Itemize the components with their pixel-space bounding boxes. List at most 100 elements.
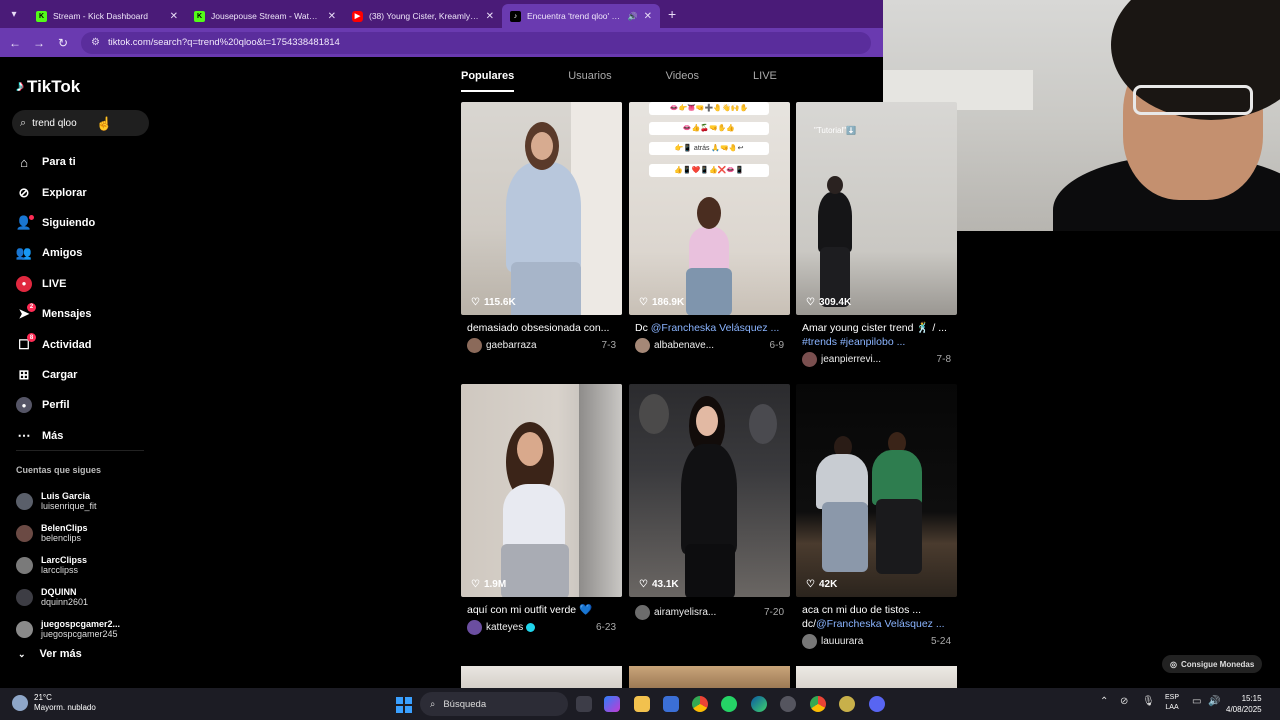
weather-widget[interactable]: 21°C Mayorm. nublado <box>12 693 96 713</box>
mention-link[interactable]: @Francheska Velásquez ... <box>651 322 780 334</box>
app-icon[interactable] <box>839 696 855 712</box>
task-view-icon[interactable] <box>576 696 592 712</box>
sidebar-item-siguiendo[interactable]: 👤 Siguiendo <box>16 208 146 238</box>
avatar <box>635 338 650 353</box>
activity-badge: 8 <box>27 333 36 343</box>
network-off-icon[interactable]: ⊘ <box>1120 696 1128 707</box>
avatar <box>467 620 482 635</box>
browser-tab[interactable]: K Stream - Kick Dashboard ✕ <box>28 4 186 28</box>
video-description[interactable]: demasiado obsesionada con... <box>467 321 616 335</box>
video-hashtags[interactable]: #trends #jeanpilobo ... <box>802 335 951 349</box>
sidebar-item-para-ti[interactable]: ⌂ Para ti <box>16 147 146 177</box>
home-icon: ⌂ <box>20 154 28 170</box>
following-account[interactable]: LarcClipss larcclipss <box>16 549 146 581</box>
video-description[interactable]: aquí con mi outfit verde 💙 <box>467 603 616 617</box>
video-author[interactable]: katteyes <box>486 622 590 633</box>
following-account[interactable]: juegospcgamer2... juegospcgamer245 <box>16 613 146 645</box>
get-coins-button[interactable]: ◎ Consigue Monedas <box>1162 655 1263 673</box>
close-icon[interactable]: ✕ <box>644 11 652 22</box>
see-more-button[interactable]: ⌄ Ver más <box>18 648 82 660</box>
file-explorer-icon[interactable] <box>634 696 650 712</box>
video-description[interactable]: Dc @Francheska Velásquez ... <box>635 321 784 335</box>
chrome-icon[interactable] <box>810 696 826 712</box>
tab-live[interactable]: LIVE <box>753 70 777 92</box>
windows-start-icon[interactable] <box>396 697 412 713</box>
close-icon[interactable]: ✕ <box>328 11 336 22</box>
video-card[interactable]: ♡ 43.1K airamyelisra... 7-20 <box>629 384 790 620</box>
close-icon[interactable]: ✕ <box>486 11 494 22</box>
sidebar-item-mensajes[interactable]: ➤ 2 Mensajes <box>16 299 146 329</box>
coin-icon: ◎ <box>1170 659 1177 669</box>
tab-search-icon[interactable]: ▾ <box>0 0 28 28</box>
close-icon[interactable]: ✕ <box>170 11 178 22</box>
sidebar-item-amigos[interactable]: 👥 Amigos <box>16 238 146 268</box>
video-thumbnail[interactable]: "Tutorial"⬇️ ♡ 309.4K <box>796 102 957 315</box>
video-thumbnail[interactable]: 👄👉👅🤜➕🤚👋🙌✋ 👄👍🍒🤜✋👍 👉📱 atrás 🙏🤜🤚↩ 👍📱❤️📱👍❌👄📱… <box>629 102 790 315</box>
url-input[interactable]: ⚙ tiktok.com/search?q=trend%20qloo&t=175… <box>81 31 871 54</box>
browser-tab[interactable]: ▶ (38) Young Cister, Kreamly - Qu ✕ <box>344 4 502 28</box>
video-card[interactable]: ♡ 1.9M aquí con mi outfit verde 💙 katteye… <box>461 384 622 635</box>
discord-icon[interactable] <box>869 696 885 712</box>
sidebar-item-live[interactable]: ● LIVE <box>16 269 146 299</box>
video-thumbnail[interactable]: ♡ 1.9M <box>461 384 622 597</box>
browser-tab-active[interactable]: ♪ Encuentra 'trend qloo' en T 🔊 ✕ <box>502 4 660 28</box>
hashtag-links[interactable]: #trends #jeanpilobo ... <box>802 336 905 348</box>
video-thumbnail[interactable]: ♡ 43.1K <box>629 384 790 597</box>
sidebar-item-cargar[interactable]: ⊞ Cargar <box>16 360 146 390</box>
reload-icon[interactable]: ↻ <box>51 31 75 55</box>
new-tab-button[interactable]: + <box>668 6 676 22</box>
mention-link[interactable]: @Francheska Velásquez ... <box>816 618 945 630</box>
tab-populares[interactable]: Populares <box>461 70 515 92</box>
whatsapp-icon[interactable] <box>721 696 737 712</box>
taskbar-search[interactable]: ⌕ Búsqueda <box>420 692 568 716</box>
chevron-up-icon[interactable]: ⌃ <box>1100 696 1108 707</box>
video-card[interactable]: ♡ 115.6K demasiado obsesionada con... gae… <box>461 102 622 353</box>
video-description[interactable]: Amar young cister trend 🕺 / ... <box>802 321 951 335</box>
browser-tab[interactable]: K Jousepouse Stream - Watch Liv ✕ <box>186 4 344 28</box>
tab-usuarios[interactable]: Usuarios <box>568 70 611 92</box>
heart-icon: ♡ <box>806 579 815 590</box>
tab-videos[interactable]: Videos <box>666 70 699 92</box>
video-thumbnail-partial[interactable] <box>796 666 957 688</box>
video-description[interactable]: aca cn mi duo de tistos ... <box>802 603 951 617</box>
chrome-icon[interactable] <box>692 696 708 712</box>
video-thumbnail[interactable]: ♡ 42K <box>796 384 957 597</box>
edge-icon[interactable] <box>751 696 767 712</box>
video-author[interactable]: gaebarraza <box>486 340 596 351</box>
sidebar-item-explorar[interactable]: ⊘ Explorar <box>16 177 146 207</box>
sidebar-item-mas[interactable]: ⋯ Más <box>16 421 146 451</box>
language-indicator[interactable]: ESP LAA <box>1165 693 1179 713</box>
volume-icon[interactable]: 🔊 <box>1208 696 1220 707</box>
video-card[interactable]: ♡ 42K aca cn mi duo de tistos ... dc/@Fra… <box>796 384 957 649</box>
video-thumbnail-partial[interactable] <box>629 666 790 688</box>
tiktok-logo[interactable]: ♪ TikTok <box>16 77 80 97</box>
sidebar-item-perfil[interactable]: ● Perfil <box>16 390 146 420</box>
back-icon[interactable]: ← <box>3 31 27 55</box>
search-input[interactable]: ⌕ trend qloo <box>12 110 149 136</box>
video-thumbnail-partial[interactable] <box>461 666 622 688</box>
speaker-icon[interactable]: 🔊 <box>628 12 638 21</box>
following-account[interactable]: BelenClips belenclips <box>16 517 146 549</box>
site-info-icon[interactable]: ⚙ <box>91 37 100 48</box>
video-card[interactable]: 👄👉👅🤜➕🤚👋🙌✋ 👄👍🍒🤜✋👍 👉📱 atrás 🙏🤜🤚↩ 👍📱❤️📱👍❌👄📱… <box>629 102 790 353</box>
video-card[interactable]: "Tutorial"⬇️ ♡ 309.4K Amar young cister t… <box>796 102 957 367</box>
settings-icon[interactable] <box>780 696 796 712</box>
chevron-down-icon: ⌄ <box>18 648 26 659</box>
video-author[interactable]: lauuurara <box>821 636 925 647</box>
microphone-icon[interactable]: 🎙 <box>1142 696 1155 707</box>
following-account[interactable]: Luis Garcia luisenrique_fit <box>16 485 146 517</box>
forward-icon[interactable]: → <box>27 31 51 55</box>
system-clock[interactable]: 15:15 4/08/2025 <box>1226 693 1262 715</box>
video-author[interactable]: jeanpierrevi... <box>821 354 931 365</box>
video-thumbnail[interactable]: ♡ 115.6K <box>461 102 622 315</box>
video-author[interactable]: airamyelisra... <box>654 607 758 618</box>
sidebar-item-label: Para ti <box>42 156 76 169</box>
following-account[interactable]: DQUINN dquinn2601 <box>16 581 146 613</box>
video-author[interactable]: albabenave... <box>654 340 764 351</box>
store-icon[interactable] <box>663 696 679 712</box>
emoji-row: 👍📱❤️📱👍❌👄📱 <box>649 164 769 177</box>
video-description-2[interactable]: dc/@Francheska Velásquez ... <box>802 617 951 631</box>
display-icon[interactable]: ▭ <box>1192 696 1201 707</box>
sidebar-item-actividad[interactable]: ☐ 8 Actividad <box>16 329 146 359</box>
copilot-icon[interactable] <box>604 696 620 712</box>
